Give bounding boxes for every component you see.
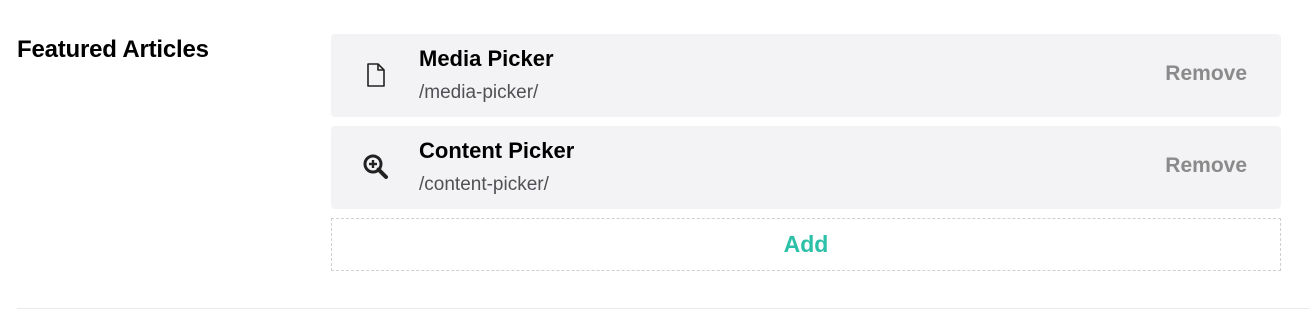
content-picker-list: Media Picker /media-picker/ Remove Conte… xyxy=(331,34,1281,271)
add-button[interactable]: Add xyxy=(331,218,1281,271)
zoom-in-icon xyxy=(361,152,391,182)
document-icon xyxy=(361,60,391,90)
remove-button[interactable]: Remove xyxy=(1165,62,1247,86)
item-url: /media-picker/ xyxy=(419,82,539,103)
picked-item-content-picker[interactable]: Content Picker /content-picker/ Remove xyxy=(331,126,1281,209)
item-name[interactable]: Media Picker xyxy=(419,46,554,72)
property-label: Featured Articles xyxy=(17,36,209,63)
picked-item-media-picker[interactable]: Media Picker /media-picker/ Remove xyxy=(331,34,1281,117)
item-url: /content-picker/ xyxy=(419,174,549,195)
item-name[interactable]: Content Picker xyxy=(419,138,574,164)
divider xyxy=(17,308,1309,309)
featured-articles-property: Featured Articles Media Picker /media-pi… xyxy=(0,0,1309,310)
remove-button[interactable]: Remove xyxy=(1165,154,1247,178)
